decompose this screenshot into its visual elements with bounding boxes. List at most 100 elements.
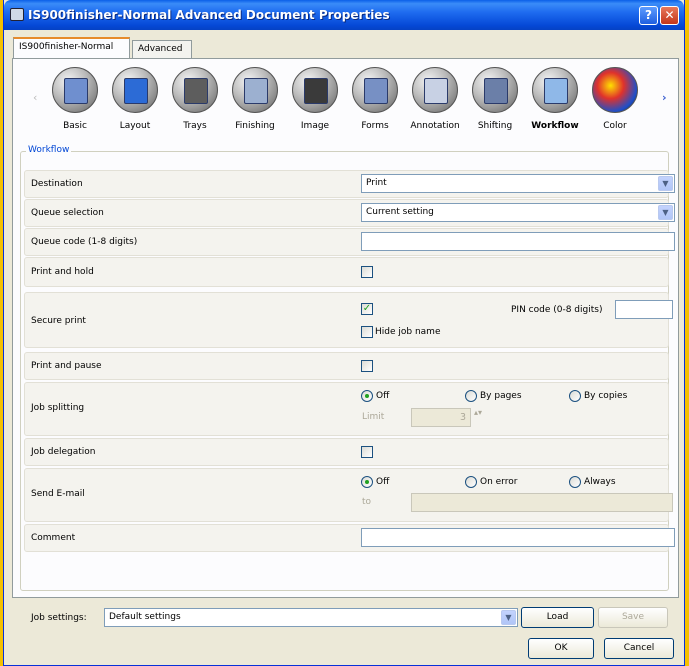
title-bar[interactable]: IS900finisher-Normal Advanced Document P…: [4, 0, 684, 30]
queue-selection-row: Queue selection Current setting ▼: [24, 199, 675, 227]
comment-row: Comment: [24, 524, 675, 552]
chevron-down-icon[interactable]: ▼: [501, 610, 516, 625]
job-delegation-row: Job delegation: [24, 438, 669, 466]
job-delegation-checkbox[interactable]: [361, 446, 373, 458]
feature-label: Finishing: [235, 121, 275, 131]
feature-label: Forms: [361, 121, 389, 131]
document-icon: [52, 67, 98, 113]
job-splitting-by-copies-radio[interactable]: [569, 390, 581, 402]
cancel-button[interactable]: Cancel: [604, 638, 674, 659]
job-splitting-row: Job splitting Off By pages By copies Lim…: [24, 382, 669, 436]
tab-printer-settings[interactable]: IS900finisher-Normal: [13, 37, 130, 59]
workflow-group: Workflow Destination Print ▼ Queue selec…: [20, 145, 675, 591]
send-email-always-radio[interactable]: [569, 476, 581, 488]
queue-code-input[interactable]: [361, 232, 675, 251]
job-settings-value: Default settings: [109, 612, 181, 622]
feature-label: Workflow: [531, 121, 579, 131]
window-title: IS900finisher-Normal Advanced Document P…: [28, 8, 390, 22]
close-button[interactable]: ✕: [660, 6, 679, 25]
hide-job-name-checkbox[interactable]: [361, 326, 373, 338]
paper-trays-icon: [172, 67, 218, 113]
comment-label: Comment: [31, 533, 76, 543]
feature-label: Shifting: [477, 121, 513, 131]
send-email-row: Send E-mail Off On error Always to: [24, 468, 673, 522]
send-email-off-radio[interactable]: [361, 476, 373, 488]
job-splitting-off-radio[interactable]: [361, 390, 373, 402]
group-title: Workflow: [26, 145, 72, 155]
print-and-pause-label: Print and pause: [31, 361, 102, 371]
spin-arrows-icon[interactable]: ▴▾: [474, 409, 482, 417]
feature-trays[interactable]: Trays: [167, 67, 223, 131]
feature-annotation[interactable]: Annotation: [407, 67, 463, 131]
forms-icon: [352, 67, 398, 113]
load-button[interactable]: Load: [521, 607, 594, 628]
annotation-icon: [412, 67, 458, 113]
destination-select[interactable]: Print ▼: [361, 174, 675, 193]
send-email-always-label: Always: [584, 477, 616, 487]
tab-advanced[interactable]: Advanced: [132, 40, 192, 60]
chevron-down-icon[interactable]: ▼: [658, 205, 673, 220]
finishing-icon: [232, 67, 278, 113]
feature-label: Image: [300, 121, 330, 131]
queue-code-label: Queue code (1-8 digits): [31, 237, 138, 247]
layout-icon: [112, 67, 158, 113]
chevron-down-icon[interactable]: ▼: [658, 176, 673, 191]
comment-input[interactable]: [361, 528, 675, 547]
scroll-left-icon[interactable]: ‹: [33, 91, 37, 104]
feature-layout[interactable]: Layout: [107, 67, 163, 131]
feature-forms[interactable]: Forms: [347, 67, 403, 131]
save-button[interactable]: Save: [598, 607, 668, 628]
secure-print-row: Secure print ✓ PIN code (0-8 digits) Hid…: [24, 292, 673, 348]
feature-label: Color: [603, 121, 627, 131]
print-and-hold-checkbox[interactable]: [361, 266, 373, 278]
print-and-pause-checkbox[interactable]: [361, 360, 373, 372]
feature-label: Basic: [63, 121, 87, 131]
send-email-label: Send E-mail: [31, 489, 85, 499]
limit-input[interactable]: 3: [411, 408, 471, 427]
job-splitting-by-pages-label: By pages: [480, 391, 522, 401]
destination-row: Destination Print ▼: [24, 170, 675, 198]
queue-selection-value: Current setting: [366, 207, 434, 217]
job-settings-select[interactable]: Default settings ▼: [104, 608, 518, 627]
job-splitting-off-label: Off: [376, 391, 390, 401]
pin-code-label: PIN code (0-8 digits): [511, 305, 603, 315]
pin-code-input[interactable]: [615, 300, 673, 319]
destination-label: Destination: [31, 179, 83, 189]
feature-icon-bar: ‹ Basic Layout Trays Finishing Image For…: [13, 59, 678, 141]
feature-label: Trays: [183, 121, 207, 131]
printer-icon: [10, 8, 24, 21]
print-and-pause-row: Print and pause: [24, 352, 669, 380]
feature-finishing[interactable]: Finishing: [227, 67, 283, 131]
ok-button[interactable]: OK: [528, 638, 594, 659]
feature-workflow[interactable]: Workflow: [527, 67, 583, 131]
job-splitting-by-copies-label: By copies: [584, 391, 628, 401]
document-properties-window: IS900finisher-Normal Advanced Document P…: [3, 0, 685, 666]
feature-image[interactable]: Image: [287, 67, 343, 131]
job-splitting-by-pages-radio[interactable]: [465, 390, 477, 402]
tab-panel: ‹ Basic Layout Trays Finishing Image For…: [12, 58, 679, 598]
help-button[interactable]: ?: [639, 6, 658, 25]
send-email-on-error-radio[interactable]: [465, 476, 477, 488]
queue-code-row: Queue code (1-8 digits): [24, 228, 675, 256]
scroll-right-icon[interactable]: ›: [662, 91, 667, 104]
workflow-envelope-icon: [532, 67, 578, 113]
queue-selection-select[interactable]: Current setting ▼: [361, 203, 675, 222]
feature-color[interactable]: Color: [587, 67, 643, 131]
hide-job-name-label: Hide job name: [375, 327, 441, 337]
send-email-off-label: Off: [376, 477, 390, 487]
feature-basic[interactable]: Basic: [47, 67, 103, 131]
job-delegation-label: Job delegation: [31, 447, 96, 457]
feature-label: Layout: [119, 121, 151, 131]
feature-label: Annotation: [410, 121, 460, 131]
to-label: to: [362, 497, 372, 507]
print-and-hold-label: Print and hold: [31, 267, 94, 277]
job-splitting-label: Job splitting: [31, 403, 85, 413]
email-to-input[interactable]: [411, 493, 673, 512]
queue-selection-label: Queue selection: [31, 208, 104, 218]
print-and-hold-row: Print and hold: [24, 257, 669, 287]
secure-print-label: Secure print: [31, 316, 86, 326]
feature-shifting[interactable]: Shifting: [467, 67, 523, 131]
limit-label: Limit: [362, 412, 385, 422]
secure-print-checkbox[interactable]: ✓: [361, 303, 373, 315]
send-email-on-error-label: On error: [480, 477, 518, 487]
